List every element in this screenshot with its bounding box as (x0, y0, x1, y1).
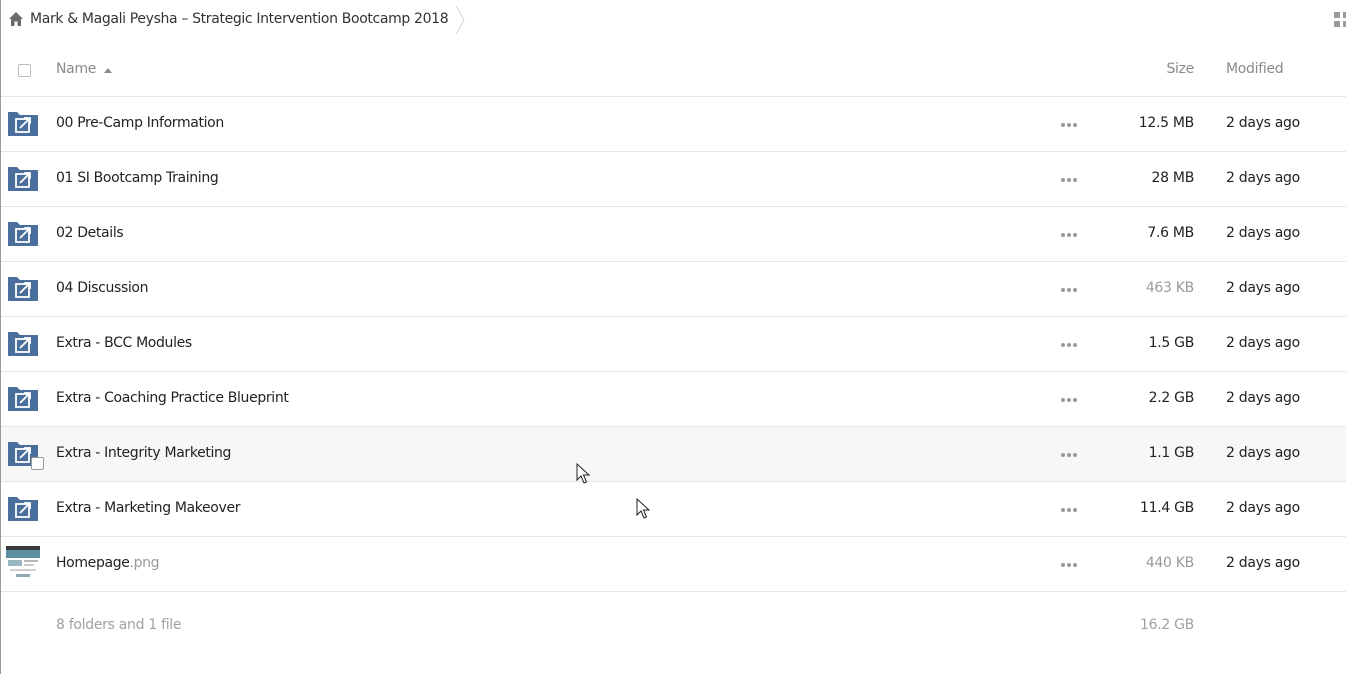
file-row[interactable]: Extra - Integrity Marketing 1.1 GB 2 days … (1, 427, 1346, 482)
file-size: 1.1 GB (1148, 445, 1195, 461)
more-actions-icon[interactable] (1060, 177, 1078, 183)
file-basename: 01 SI Bootcamp Training (56, 170, 219, 186)
more-actions-icon[interactable] (1060, 232, 1078, 238)
file-modified: 2 days ago (1226, 555, 1300, 571)
file-size: 1.5 GB (1148, 335, 1195, 351)
shared-folder-icon (8, 277, 38, 301)
file-list-header: Name Size Modified (1, 43, 1346, 97)
column-header-size[interactable]: Size (1166, 61, 1194, 77)
file-browser: Mark & Magali Peysha – Strategic Interve… (0, 0, 1346, 674)
file-name[interactable]: 00 Pre-Camp Information (56, 115, 224, 131)
file-extension: .png (129, 555, 160, 571)
file-list-summary: 8 folders and 1 file 16.2 GB (1, 600, 1346, 652)
file-basename: Extra - Coaching Practice Blueprint (56, 390, 289, 406)
more-actions-icon[interactable] (1060, 287, 1078, 293)
shared-folder-icon (8, 332, 38, 356)
more-actions-icon[interactable] (1060, 122, 1078, 128)
file-size: 11.4 GB (1140, 500, 1194, 516)
breadcrumb-current-folder[interactable]: Mark & Magali Peysha – Strategic Interve… (30, 11, 449, 27)
file-row[interactable]: Extra - BCC Modules 1.5 GB 2 days ago (1, 317, 1346, 372)
more-actions-icon[interactable] (1060, 507, 1078, 513)
file-basename: 04 Discussion (56, 280, 149, 296)
file-basename: Extra - BCC Modules (56, 335, 192, 351)
file-name[interactable]: Extra - Marketing Makeover (56, 500, 240, 516)
file-size: 12.5 MB (1138, 115, 1195, 131)
breadcrumb-separator-icon (455, 5, 465, 35)
column-header-name[interactable]: Name (56, 61, 96, 77)
shared-folder-icon (8, 222, 38, 246)
file-basename: 00 Pre-Camp Information (56, 115, 224, 131)
file-row[interactable]: 01 SI Bootcamp Training 28 MB 2 days ago (1, 152, 1346, 207)
file-list: 00 Pre-Camp Information 12.5 MB 2 days ago… (1, 97, 1346, 592)
column-header-modified[interactable]: Modified (1226, 61, 1284, 77)
file-basename: Extra - Integrity Marketing (56, 445, 232, 461)
file-name[interactable]: 04 Discussion (56, 280, 149, 296)
file-modified: 2 days ago (1226, 170, 1300, 186)
file-row[interactable]: Extra - Marketing Makeover 11.4 GB 2 days … (1, 482, 1346, 537)
more-actions-icon[interactable] (1060, 562, 1078, 568)
file-name[interactable]: 02 Details (56, 225, 124, 241)
more-actions-icon[interactable] (1060, 342, 1078, 348)
file-modified: 2 days ago (1226, 390, 1300, 406)
file-modified: 2 days ago (1226, 445, 1300, 461)
file-size: 440 KB (1145, 555, 1194, 571)
grid-view-icon[interactable] (1334, 12, 1346, 28)
file-modified: 2 days ago (1226, 335, 1300, 351)
file-basename: Homepage (56, 555, 130, 571)
file-name[interactable]: Homepage.png (56, 555, 160, 571)
summary-count: 8 folders and 1 file (56, 617, 182, 633)
file-row[interactable]: 02 Details 7.6 MB 2 days ago (1, 207, 1346, 262)
file-size: 28 MB (1151, 170, 1195, 186)
file-size: 7.6 MB (1147, 225, 1194, 241)
file-name[interactable]: Extra - BCC Modules (56, 335, 192, 351)
row-select-checkbox[interactable] (31, 457, 44, 470)
mouse-cursor-icon (576, 463, 590, 484)
shared-folder-icon (8, 497, 38, 521)
file-name[interactable]: Extra - Integrity Marketing (56, 445, 231, 461)
file-row[interactable]: Homepage.png 440 KB 2 days ago (1, 537, 1346, 592)
file-row[interactable]: 04 Discussion 463 KB 2 days ago (1, 262, 1346, 317)
file-modified: 2 days ago (1226, 225, 1300, 241)
more-actions-icon[interactable] (1060, 452, 1078, 458)
file-row[interactable]: Extra - Coaching Practice Blueprint 2.2 G… (1, 372, 1346, 427)
mouse-cursor-icon (636, 498, 650, 519)
file-modified: 2 days ago (1226, 115, 1300, 131)
file-modified: 2 days ago (1226, 280, 1300, 296)
home-icon[interactable] (8, 11, 24, 27)
shared-folder-icon (8, 387, 38, 411)
file-modified: 2 days ago (1226, 500, 1300, 516)
select-all-checkbox[interactable] (18, 64, 31, 77)
file-name[interactable]: 01 SI Bootcamp Training (56, 170, 219, 186)
file-name[interactable]: Extra - Coaching Practice Blueprint (56, 390, 289, 406)
sort-ascending-icon[interactable] (104, 68, 112, 73)
file-size: 463 KB (1145, 280, 1194, 296)
file-size: 2.2 GB (1148, 390, 1195, 406)
image-thumbnail-icon (6, 546, 40, 580)
summary-total-size: 16.2 GB (1140, 617, 1194, 633)
file-row[interactable]: 00 Pre-Camp Information 12.5 MB 2 days ago (1, 97, 1346, 152)
more-actions-icon[interactable] (1060, 397, 1078, 403)
shared-folder-icon (8, 112, 38, 136)
file-basename: Extra - Marketing Makeover (56, 500, 241, 516)
shared-folder-icon (8, 167, 38, 191)
breadcrumb: Mark & Magali Peysha – Strategic Interve… (1, 0, 1346, 40)
file-basename: 02 Details (56, 225, 124, 241)
